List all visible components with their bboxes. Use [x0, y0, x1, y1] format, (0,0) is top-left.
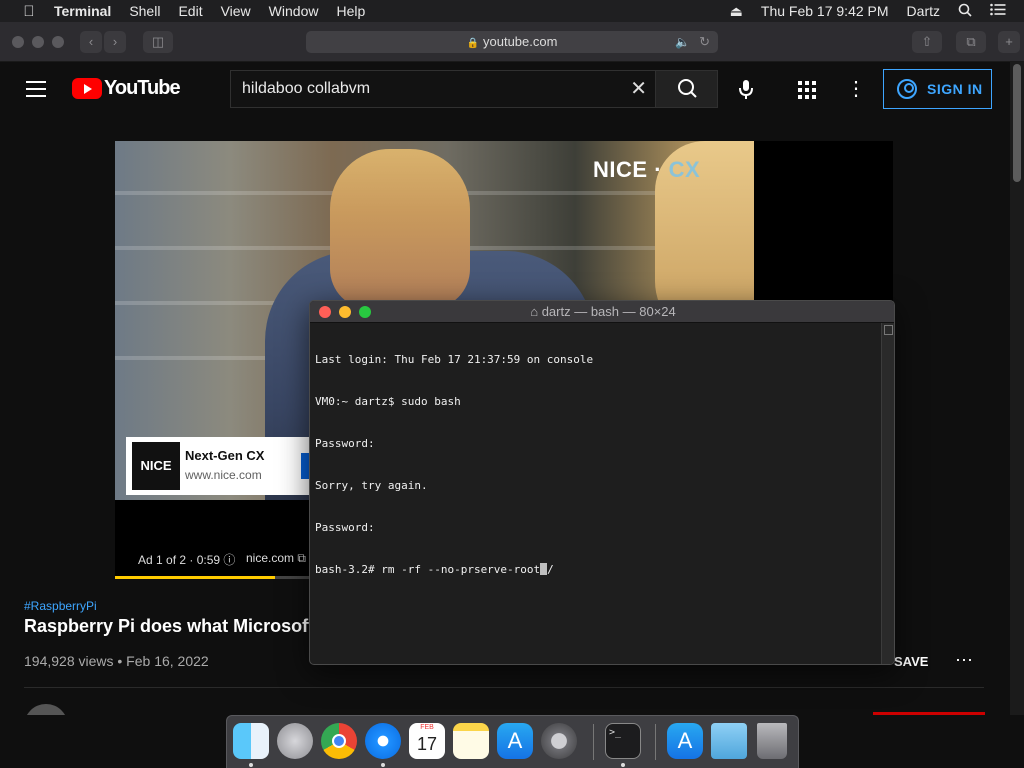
ad-brand-overlay: NICE · CX — [593, 157, 701, 182]
safari-toolbar: ‹ › ◫ 🔒 youtube.com 🔈 ↻ ⇧ ⧉ + — [0, 22, 1024, 62]
terminal-scroll-button[interactable] — [884, 325, 893, 335]
dock-separator — [655, 724, 656, 760]
terminal-line: Sorry, try again. — [315, 479, 428, 492]
safari-close-button[interactable] — [12, 36, 24, 48]
apps-grid-icon[interactable] — [798, 81, 816, 99]
video-person-head — [330, 149, 470, 309]
calendar-icon[interactable]: FEB 17 — [409, 723, 445, 759]
back-button[interactable]: ‹ — [80, 31, 102, 53]
terminal-prompt-line: bash-3.2# rm -rf --no-prserve-root / — [315, 563, 881, 577]
page-scrollbar-thumb[interactable] — [1013, 64, 1021, 182]
info-icon[interactable]: ⓘ — [223, 553, 235, 567]
trash-icon[interactable] — [757, 723, 787, 759]
finder-icon[interactable] — [233, 723, 269, 759]
terminal-line: Password: — [315, 437, 375, 450]
terminal-command: bash-3.2# rm -rf --no-prserve-root — [315, 563, 541, 576]
clear-search-icon[interactable]: ✕ — [630, 71, 647, 107]
subscribe-button[interactable] — [873, 712, 985, 715]
downloads-folder-icon[interactable] — [711, 723, 747, 759]
apple-icon[interactable]:  — [20, 3, 38, 20]
youtube-logo-text: YouTube — [104, 77, 181, 99]
menu-shell[interactable]: Shell — [129, 3, 160, 19]
reload-icon[interactable]: ↻ — [699, 31, 710, 53]
menu-icon[interactable] — [26, 81, 46, 97]
menu-bar:  Terminal Shell Edit View Window Help ⏏… — [0, 0, 1024, 22]
terminal-command-tail: / — [547, 563, 554, 576]
ad-card-url: www.nice.com — [185, 468, 262, 482]
ad-card-title: Next-Gen CX — [185, 448, 265, 463]
menu-user[interactable]: Dartz — [907, 3, 940, 19]
terminal-title: ⌂ dartz — bash — 80×24 — [530, 304, 676, 319]
share-icon[interactable]: ⇧ — [912, 31, 942, 53]
forward-button[interactable]: › — [104, 31, 126, 53]
eject-icon[interactable]: ⏏ — [730, 3, 743, 20]
video-meta: 194,928 views • Feb 16, 2022 — [24, 653, 209, 669]
youtube-logo[interactable]: YouTube — [72, 77, 181, 100]
safari-minimize-button[interactable] — [32, 36, 44, 48]
terminal-scrollbar[interactable] — [881, 323, 894, 664]
home-folder-icon: ⌂ — [530, 304, 539, 319]
account-icon — [897, 79, 917, 99]
external-link-icon: ⧉ — [297, 551, 306, 565]
tabs-overview-icon[interactable]: ⧉ — [956, 31, 986, 53]
sign-in-button[interactable]: SIGN IN — [883, 69, 992, 109]
search-value: hildaboo collabvm — [242, 80, 371, 97]
new-tab-button[interactable]: + — [998, 31, 1020, 53]
system-preferences-icon[interactable] — [541, 723, 577, 759]
divider — [24, 687, 984, 688]
ad-card-logo: NICE — [132, 442, 180, 490]
youtube-header: YouTube hildaboo collabvm ✕ ⋮ SIGN IN — [0, 62, 1010, 118]
app-store-icon[interactable]: A — [497, 723, 533, 759]
launchpad-icon[interactable] — [277, 723, 313, 759]
search-input[interactable]: hildaboo collabvm ✕ — [230, 70, 656, 108]
address-url: youtube.com — [483, 34, 558, 49]
menu-help[interactable]: Help — [336, 3, 365, 19]
terminal-line: VM0:~ dartz$ sudo bash — [315, 395, 461, 408]
audio-playing-icon[interactable]: 🔈 — [675, 31, 690, 53]
more-actions-icon[interactable]: ⋯ — [955, 650, 973, 671]
page-scrollbar[interactable] — [1010, 62, 1024, 715]
youtube-play-icon — [72, 78, 102, 99]
terminal-window[interactable]: ⌂ dartz — bash — 80×24 Last login: Thu F… — [309, 300, 895, 665]
ad-card[interactable]: NICE Next-Gen CX www.nice.com Le — [126, 437, 331, 495]
safari-icon[interactable] — [365, 723, 401, 759]
chrome-icon[interactable] — [321, 723, 357, 759]
channel-avatar[interactable] — [24, 704, 68, 715]
terminal-output[interactable]: Last login: Thu Feb 17 21:37:59 on conso… — [315, 325, 881, 605]
menu-app-terminal[interactable]: Terminal — [54, 3, 111, 19]
applications-folder-icon[interactable]: A — [667, 723, 703, 759]
running-indicator — [381, 763, 385, 767]
spotlight-search-icon[interactable] — [958, 3, 972, 20]
dock: FEB 17 A >_ A — [226, 715, 799, 768]
voice-search-icon[interactable] — [733, 76, 759, 102]
terminal-line: Password: — [315, 521, 375, 534]
running-indicator — [249, 763, 253, 767]
notification-center-icon[interactable] — [990, 3, 1006, 19]
ad-site-link[interactable]: nice.com ⧉ — [246, 551, 306, 566]
sidebar-toggle-icon[interactable]: ◫ — [143, 31, 173, 53]
menu-bar-status: ⏏ Thu Feb 17 9:42 PM Dartz — [730, 0, 1024, 22]
sign-in-label: SIGN IN — [927, 81, 983, 97]
menu-window[interactable]: Window — [269, 3, 319, 19]
video-title: Raspberry Pi does what Microsoft c — [24, 616, 330, 636]
video-hashtag[interactable]: #RaspberryPi — [24, 599, 97, 613]
notes-icon[interactable] — [453, 723, 489, 759]
menu-edit[interactable]: Edit — [178, 3, 202, 19]
ad-progress-fill — [115, 576, 275, 579]
running-indicator — [621, 763, 625, 767]
settings-more-icon[interactable]: ⋮ — [846, 78, 866, 100]
address-bar[interactable]: 🔒 youtube.com 🔈 ↻ — [306, 31, 718, 53]
search-button[interactable] — [655, 70, 718, 108]
ad-info: Ad 1 of 2 · 0:59 ⓘ — [138, 553, 236, 567]
dock-separator — [593, 724, 594, 760]
menu-clock[interactable]: Thu Feb 17 9:42 PM — [761, 3, 889, 19]
menu-view[interactable]: View — [221, 3, 251, 19]
terminal-line: Last login: Thu Feb 17 21:37:59 on conso… — [315, 353, 594, 366]
terminal-icon[interactable]: >_ — [605, 723, 641, 759]
terminal-titlebar[interactable]: ⌂ dartz — bash — 80×24 — [310, 301, 894, 323]
lock-icon: 🔒 — [466, 38, 479, 49]
search-icon — [678, 79, 697, 98]
save-button[interactable]: SAVE — [894, 654, 928, 669]
safari-zoom-button[interactable] — [52, 36, 64, 48]
